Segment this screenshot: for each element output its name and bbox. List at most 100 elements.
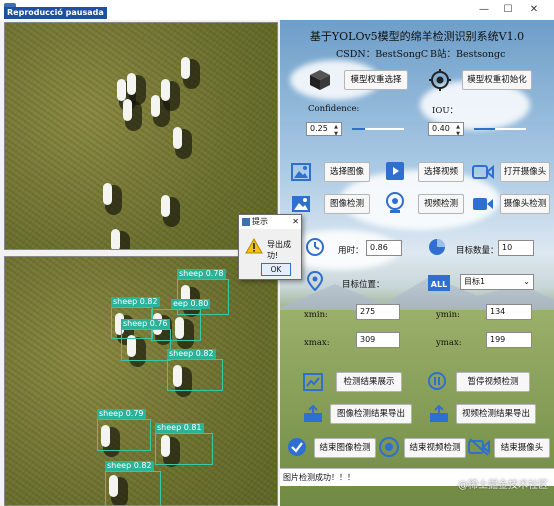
detection-box	[121, 329, 171, 361]
export-video-icon	[428, 404, 450, 424]
confidence-label: Confidence:	[308, 104, 360, 114]
dialog-title-bar: 提示 ✕	[239, 215, 301, 229]
sheep	[111, 229, 120, 249]
open-camera-button[interactable]: 打开摄像头	[500, 162, 550, 182]
count-field: 10	[498, 240, 534, 256]
detection-label: sheep 0.82	[167, 349, 216, 359]
image-detect-icon	[290, 194, 312, 214]
bilibili-label: B站：Bestsongc	[430, 49, 506, 60]
show-results-button[interactable]: 检测结果展示	[336, 372, 402, 392]
dialog-title: 提示	[252, 217, 268, 226]
camera-off-icon	[468, 436, 490, 458]
xmax-field: 309	[356, 332, 400, 348]
video-file-icon	[384, 160, 406, 182]
detection-label: sheep 0.78	[177, 269, 226, 279]
playback-status: Reproducció pausada	[4, 7, 107, 19]
detection-box	[155, 433, 213, 465]
export-image-icon	[302, 404, 324, 424]
detection-label: sheep 0.81	[155, 423, 204, 433]
model-cube-icon	[308, 68, 332, 92]
position-label: 目标位置：	[342, 280, 385, 290]
system-title: 基于YOLOv5模型的绵羊检测识别系统V1.0	[309, 30, 525, 43]
sheep	[161, 79, 170, 101]
iou-spinbox[interactable]: 0.40 ▲ ▼	[428, 122, 464, 138]
sheep	[117, 79, 126, 101]
app-window: Reproducció pausada — ☐ ✕ sheep 0.78 she…	[0, 0, 554, 506]
image-detect-button[interactable]: 图像检测	[324, 194, 370, 214]
iou-value: 0.40	[432, 124, 450, 133]
webcam-icon	[384, 192, 406, 214]
export-video-button[interactable]: 视频检测结果导出	[456, 404, 536, 424]
record-icon	[378, 436, 400, 458]
count-label: 目标数量：	[456, 246, 499, 256]
dialog-close-button[interactable]: ✕	[292, 215, 299, 229]
sheep	[173, 127, 182, 149]
detection-label: sheep 0.76	[121, 319, 170, 329]
confidence-slider-rest	[365, 128, 404, 130]
select-weights-button[interactable]: 模型权重选择	[344, 70, 408, 90]
iou-slider[interactable]	[474, 128, 495, 130]
camera-detect-icon	[472, 194, 494, 214]
detection-box	[105, 471, 161, 505]
original-image	[4, 22, 278, 250]
close-button[interactable]: ✕	[524, 2, 544, 18]
target-select-value: 目标1	[464, 277, 486, 286]
minimize-button[interactable]: —	[474, 2, 494, 18]
end-camera-button[interactable]: 结束摄像头	[494, 438, 550, 458]
xmin-field: 275	[356, 304, 400, 320]
iou-label: IOU：	[432, 106, 458, 116]
sheep	[123, 99, 132, 121]
confidence-slider[interactable]	[352, 128, 365, 130]
time-field: 0.86	[366, 240, 402, 256]
warning-icon	[245, 237, 263, 255]
clock-icon	[304, 236, 326, 258]
maximize-button[interactable]: ☐	[498, 2, 518, 18]
select-image-button[interactable]: 选择图像	[324, 162, 370, 182]
chevron-down-icon: ⌄	[523, 277, 530, 286]
dialog-ok-button[interactable]: OK	[261, 263, 291, 276]
init-weights-button[interactable]: 模型权重初始化	[462, 70, 532, 90]
spin-arrows-icon[interactable]: ▲ ▼	[332, 124, 340, 138]
pause-video-button[interactable]: 暂停视频检测	[456, 372, 530, 392]
watermark: @稀土掘金技术社区	[458, 480, 548, 491]
video-detect-button[interactable]: 视频检测	[418, 194, 464, 214]
export-image-button[interactable]: 图像检测结果导出	[330, 404, 412, 424]
chart-icon	[302, 372, 324, 392]
ymin-label: ymin:	[436, 310, 460, 320]
detection-image: sheep 0.78 sheep 0.82 eep 0.80 sheep 0.7…	[4, 256, 278, 506]
confidence-spinbox[interactable]: 0.25 ▲ ▼	[306, 122, 342, 138]
target-select[interactable]: 目标1 ⌄	[460, 274, 534, 290]
sheep	[161, 195, 170, 217]
ymax-label: ymax:	[436, 338, 462, 348]
end-video-detect-button[interactable]: 结束视频检测	[404, 438, 466, 458]
control-panel: 基于YOLOv5模型的绵羊检测识别系统V1.0 CSDN：BestSongC B…	[280, 20, 554, 506]
camera-icon	[472, 162, 494, 182]
sheep	[151, 95, 160, 117]
time-label: 用时：	[338, 246, 364, 256]
ymin-field: 134	[486, 304, 532, 320]
detection-label: sheep 0.79	[97, 409, 146, 419]
message-dialog: 提示 ✕ 导出成功! OK	[238, 214, 302, 280]
dialog-message: 导出成功!	[267, 240, 291, 260]
ymax-field: 199	[486, 332, 532, 348]
all-icon: ALL	[428, 274, 450, 292]
xmax-label: xmax:	[304, 338, 330, 348]
image-panel: sheep 0.78 sheep 0.82 eep 0.80 sheep 0.7…	[4, 20, 278, 506]
xmin-label: xmin:	[304, 310, 328, 320]
detection-label: eep 0.80	[171, 299, 211, 309]
sheep	[181, 57, 190, 79]
sheep	[127, 73, 136, 95]
pie-chart-icon	[426, 236, 448, 258]
spin-arrows-icon[interactable]: ▲ ▼	[454, 124, 462, 138]
sheep	[103, 183, 112, 205]
detection-label: sheep 0.82	[111, 297, 160, 307]
detection-box	[97, 419, 151, 451]
check-circle-icon	[286, 436, 308, 458]
select-video-button[interactable]: 选择视频	[418, 162, 464, 182]
detection-box	[167, 359, 223, 391]
camera-detect-button[interactable]: 摄像头检测	[500, 194, 550, 214]
end-image-detect-button[interactable]: 结束图像检测	[314, 438, 376, 458]
confidence-value: 0.25	[310, 124, 328, 133]
csdn-label: CSDN：BestSongC	[336, 49, 429, 60]
target-init-icon	[428, 68, 452, 92]
